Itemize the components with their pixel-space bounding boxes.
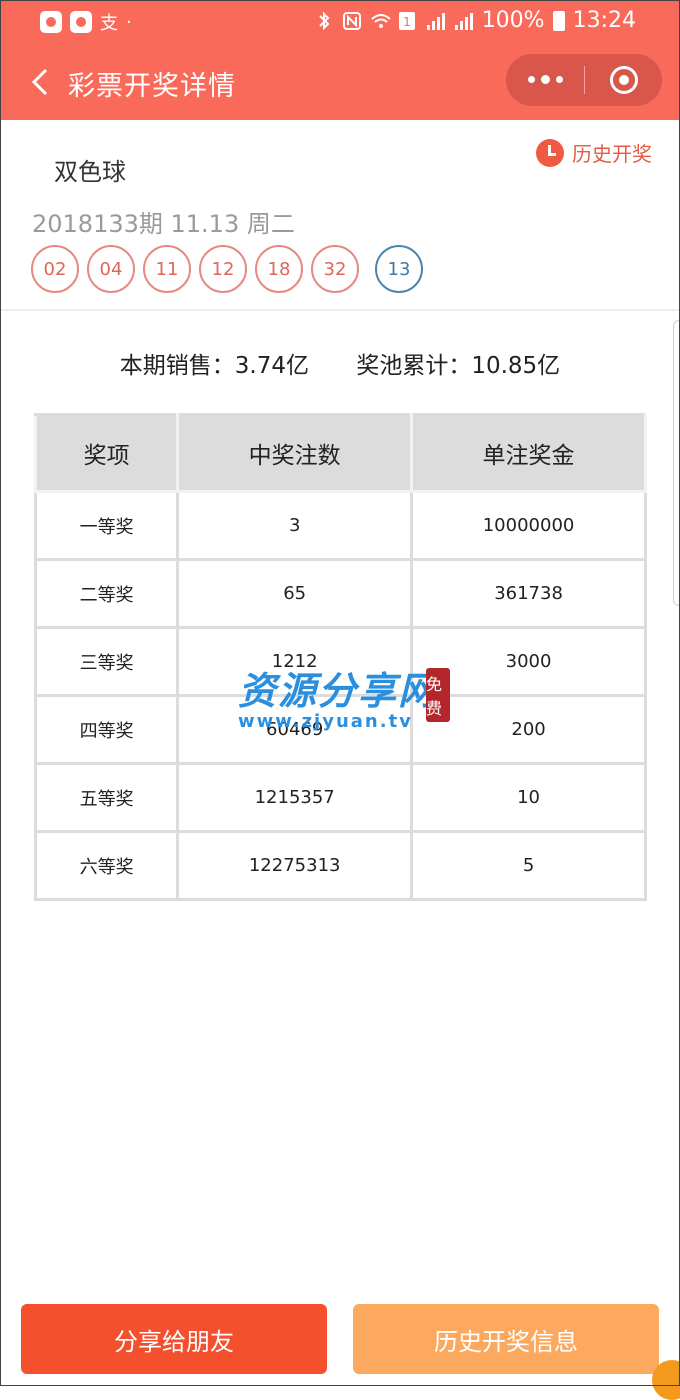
- clock-icon: [536, 138, 564, 167]
- winner-count: 12275313: [176, 830, 414, 901]
- capsule-divider: [584, 66, 585, 94]
- sales-amount: 本期销售：3.74亿: [119, 353, 310, 379]
- nav-bar: 彩票开奖详情: [0, 44, 680, 120]
- history-draws-label: 历史开奖: [572, 142, 652, 166]
- watermark: 资源分享网 www.zjyuan.tv 免费: [238, 660, 450, 732]
- red-ball: 12: [199, 245, 247, 293]
- prize-amount: 10000000: [410, 490, 647, 561]
- red-ball: 18: [255, 245, 303, 293]
- battery-percent: 100%: [481, 8, 545, 33]
- prize-level: 三等奖: [33, 626, 180, 697]
- sim-icon: 1: [398, 11, 418, 31]
- column-header: 奖项: [33, 413, 180, 493]
- pool-amount: 奖池累计：10.85亿: [356, 353, 561, 379]
- issue-info: 2018133期 11.13 周二: [32, 210, 295, 238]
- bluetooth-icon: [314, 11, 334, 31]
- watermark-title: 资源分享网: [238, 669, 439, 713]
- floating-badge-icon[interactable]: [652, 1360, 680, 1400]
- table-row: 六等奖 12275313 5: [33, 830, 647, 901]
- watermark-seal: 免费: [426, 668, 450, 722]
- more-options-icon[interactable]: [528, 75, 563, 84]
- section-divider: [0, 309, 680, 311]
- prize-table: 奖项 中奖注数 单注奖金 一等奖 3 10000000 二等奖 65 36173…: [33, 413, 647, 901]
- history-info-button[interactable]: 历史开奖信息: [353, 1304, 659, 1374]
- page-title: 彩票开奖详情: [68, 71, 236, 102]
- red-ball: 04: [87, 245, 135, 293]
- column-header: 中奖注数: [176, 413, 414, 493]
- battery-icon: [552, 10, 565, 31]
- chevron-left-icon: [31, 68, 48, 96]
- notification-app-icon: [40, 11, 62, 33]
- red-ball: 02: [31, 245, 79, 293]
- table-row: 一等奖 3 10000000: [33, 490, 647, 561]
- red-ball: 11: [143, 245, 191, 293]
- winner-count: 3: [176, 490, 414, 561]
- back-button[interactable]: [22, 62, 62, 102]
- winner-count: 1215357: [176, 762, 414, 833]
- prize-level: 一等奖: [33, 490, 180, 561]
- prize-level: 二等奖: [33, 558, 180, 629]
- signal-2-icon: [454, 11, 474, 31]
- watermark-url: www.zjyuan.tv: [238, 711, 413, 732]
- red-ball: 32: [311, 245, 359, 293]
- svg-text:1: 1: [403, 15, 411, 29]
- lottery-name: 双色球: [54, 158, 126, 186]
- table-row: 五等奖 1215357 10: [33, 762, 647, 833]
- column-header: 单注奖金: [410, 413, 647, 493]
- prize-level: 五等奖: [33, 762, 180, 833]
- notification-app-icon: [70, 11, 92, 33]
- signal-icon: [426, 11, 446, 31]
- sales-summary: 本期销售：3.74亿 奖池累计：10.85亿: [0, 346, 680, 380]
- table-row: 二等奖 65 361738: [33, 558, 647, 629]
- winner-count: 65: [176, 558, 414, 629]
- prize-amount: 10: [410, 762, 647, 833]
- alipay-icon: 支: [100, 13, 118, 34]
- miniprogram-capsule: [506, 54, 662, 106]
- close-miniprogram-icon[interactable]: [610, 66, 638, 94]
- status-bar: 支 · 1 100% 13:24: [0, 0, 680, 44]
- history-draws-link[interactable]: 历史开奖: [536, 138, 652, 167]
- dot-icon: ·: [126, 11, 132, 33]
- share-button[interactable]: 分享给朋友: [21, 1304, 327, 1374]
- clock-time: 13:24: [572, 8, 636, 33]
- prize-level: 四等奖: [33, 694, 180, 765]
- nfc-icon: [342, 11, 362, 31]
- prize-amount: 361738: [410, 558, 647, 629]
- wifi-icon: [370, 11, 391, 31]
- prize-amount: 5: [410, 830, 647, 901]
- table-header-row: 奖项 中奖注数 单注奖金: [33, 413, 647, 493]
- prize-level: 六等奖: [33, 830, 180, 901]
- blue-ball: 13: [375, 245, 423, 293]
